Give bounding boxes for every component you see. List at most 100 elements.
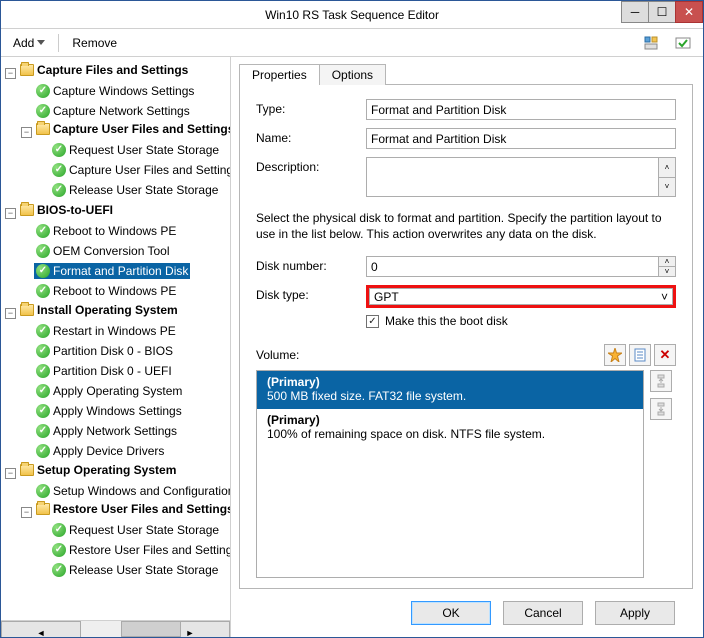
tree-spacer — [21, 382, 32, 393]
tree-node-label: Request User State Storage — [69, 522, 219, 538]
app-window: Win10 RS Task Sequence Editor ─ ☐ ✕ Add … — [0, 0, 704, 638]
scroll-down-icon[interactable]: ˅ — [659, 178, 675, 197]
tree-node[interactable]: ✓Apply Operating System — [34, 383, 184, 399]
tree-node-label: Capture User Files and Settings — [53, 121, 230, 137]
tree-node[interactable]: ✓Setup Windows and Configuration — [34, 483, 230, 499]
horizontal-scrollbar[interactable]: ◄ ► — [1, 620, 230, 637]
expander-icon[interactable]: − — [21, 127, 32, 138]
tree-node[interactable]: ✓Restore User Files and Settings — [50, 542, 230, 558]
tree-node[interactable]: ✓Partition Disk 0 - UEFI — [34, 363, 174, 379]
description-field[interactable] — [366, 157, 659, 197]
tree-node-label: Install Operating System — [37, 302, 178, 318]
volume-item-detail: 100% of remaining space on disk. NTFS fi… — [267, 427, 633, 441]
check-icon: ✓ — [36, 384, 50, 398]
tree-node[interactable]: ✓Reboot to Windows PE — [34, 283, 178, 299]
volume-item-title: (Primary) — [267, 375, 633, 389]
task-sequence-tree[interactable]: − Capture Files and Settings ✓Capture Wind… — [1, 57, 230, 620]
disk-number-label: Disk number: — [256, 256, 366, 273]
spin-up-icon[interactable]: ˄ — [659, 257, 675, 267]
spin-down-icon[interactable]: ˅ — [659, 267, 675, 276]
tree-node[interactable]: ✓OEM Conversion Tool — [34, 243, 172, 259]
description-scroll[interactable]: ˄ ˅ — [659, 157, 676, 197]
tree-node-label: Setup Windows and Configuration — [53, 483, 230, 499]
cancel-button[interactable]: Cancel — [503, 601, 583, 625]
scroll-track[interactable] — [81, 621, 150, 637]
tree-node[interactable]: ✓Apply Windows Settings — [34, 403, 184, 419]
tab-body: Type: Name: Description: ˄ ˅ — [239, 84, 693, 589]
titlebar[interactable]: Win10 RS Task Sequence Editor ─ ☐ ✕ — [1, 1, 703, 29]
tree-node[interactable]: ✓Restart in Windows PE — [34, 323, 178, 339]
check-icon: ✓ — [36, 484, 50, 498]
scroll-thumb[interactable] — [121, 621, 181, 637]
tree-node[interactable]: BIOS-to-UEFI — [18, 202, 115, 218]
volume-move-up-button[interactable] — [650, 370, 672, 392]
tree-node[interactable]: ✓Release User State Storage — [50, 182, 220, 198]
toolbar-action-2[interactable] — [669, 33, 697, 53]
tree-node-label: Apply Operating System — [53, 383, 182, 399]
tree-spacer — [21, 222, 32, 233]
expander-icon[interactable]: − — [5, 308, 16, 319]
tree-node[interactable]: ✓Reboot to Windows PE — [34, 223, 178, 239]
tree-node-label: Request User State Storage — [69, 142, 219, 158]
tree-node[interactable]: ✓Capture Windows Settings — [34, 83, 196, 99]
check-icon: ✓ — [36, 244, 50, 258]
disk-number-field[interactable] — [366, 256, 659, 277]
minimize-button[interactable]: ─ — [621, 1, 649, 23]
volume-label: Volume: — [256, 348, 299, 362]
volume-list[interactable]: (Primary)500 MB fixed size. FAT32 file s… — [256, 370, 644, 578]
description-label: Description: — [256, 157, 366, 174]
tab-options[interactable]: Options — [319, 64, 386, 85]
expander-icon[interactable]: − — [5, 68, 16, 79]
volume-item[interactable]: (Primary)500 MB fixed size. FAT32 file s… — [257, 371, 643, 409]
maximize-button[interactable]: ☐ — [648, 1, 676, 23]
expander-icon[interactable]: − — [21, 507, 32, 518]
boot-disk-label: Make this the boot disk — [385, 314, 508, 328]
tree-node[interactable]: ✓Format and Partition Disk — [34, 263, 190, 279]
name-label: Name: — [256, 128, 366, 145]
volume-item[interactable]: (Primary)100% of remaining space on disk… — [257, 409, 643, 447]
tree-node[interactable]: Capture Files and Settings — [18, 62, 190, 78]
new-volume-button[interactable] — [604, 344, 626, 366]
disk-type-dropdown[interactable]: GPT ˅ — [369, 288, 673, 305]
name-field[interactable] — [366, 128, 676, 149]
scroll-up-icon[interactable]: ˄ — [659, 158, 675, 178]
check-icon: ✓ — [36, 404, 50, 418]
dialog-footer: OK Cancel Apply — [239, 589, 693, 637]
tree-node-label: Capture Files and Settings — [37, 62, 188, 78]
tab-properties[interactable]: Properties — [239, 64, 320, 85]
tree-node[interactable]: Capture User Files and Settings — [34, 121, 230, 137]
tree-node[interactable]: ✓Release User State Storage — [50, 562, 220, 578]
expander-icon[interactable]: − — [5, 208, 16, 219]
tree-node[interactable]: ✓Request User State Storage — [50, 142, 221, 158]
tree-node[interactable]: Restore User Files and Settings — [34, 501, 230, 517]
close-button[interactable]: ✕ — [675, 1, 703, 23]
tree-node[interactable]: ✓Partition Disk 0 - BIOS — [34, 343, 175, 359]
apply-button[interactable]: Apply — [595, 601, 675, 625]
disk-number-spinner[interactable]: ˄ ˅ — [659, 256, 676, 277]
check-icon: ✓ — [36, 324, 50, 338]
tree-node[interactable]: ✓Capture User Files and Settings — [50, 162, 230, 178]
tree-spacer — [21, 102, 32, 113]
add-button[interactable]: Add — [7, 34, 51, 52]
move-up-icon — [654, 374, 668, 388]
window-controls: ─ ☐ ✕ — [622, 1, 703, 23]
tree-node[interactable]: Setup Operating System — [18, 462, 178, 478]
toolbar-action-1[interactable] — [637, 33, 665, 53]
delete-volume-button[interactable]: ✕ — [654, 344, 676, 366]
tree-node[interactable]: ✓Apply Network Settings — [34, 423, 179, 439]
volume-move-down-button[interactable] — [650, 398, 672, 420]
folder-icon — [36, 503, 50, 515]
tree-spacer — [21, 282, 32, 293]
tree-node[interactable]: Install Operating System — [18, 302, 180, 318]
tree-node[interactable]: ✓Request User State Storage — [50, 522, 221, 538]
tree-node[interactable]: ✓Capture Network Settings — [34, 103, 192, 119]
boot-disk-checkbox[interactable]: ✓ — [366, 315, 379, 328]
tree-pane: − Capture Files and Settings ✓Capture Wind… — [1, 57, 231, 637]
scroll-left-button[interactable]: ◄ — [1, 621, 81, 637]
volume-properties-button[interactable] — [629, 344, 651, 366]
ok-button[interactable]: OK — [411, 601, 491, 625]
remove-button[interactable]: Remove — [66, 34, 123, 52]
expander-icon[interactable]: − — [5, 468, 16, 479]
tree-spacer — [37, 181, 48, 192]
tree-node[interactable]: ✓Apply Device Drivers — [34, 443, 166, 459]
